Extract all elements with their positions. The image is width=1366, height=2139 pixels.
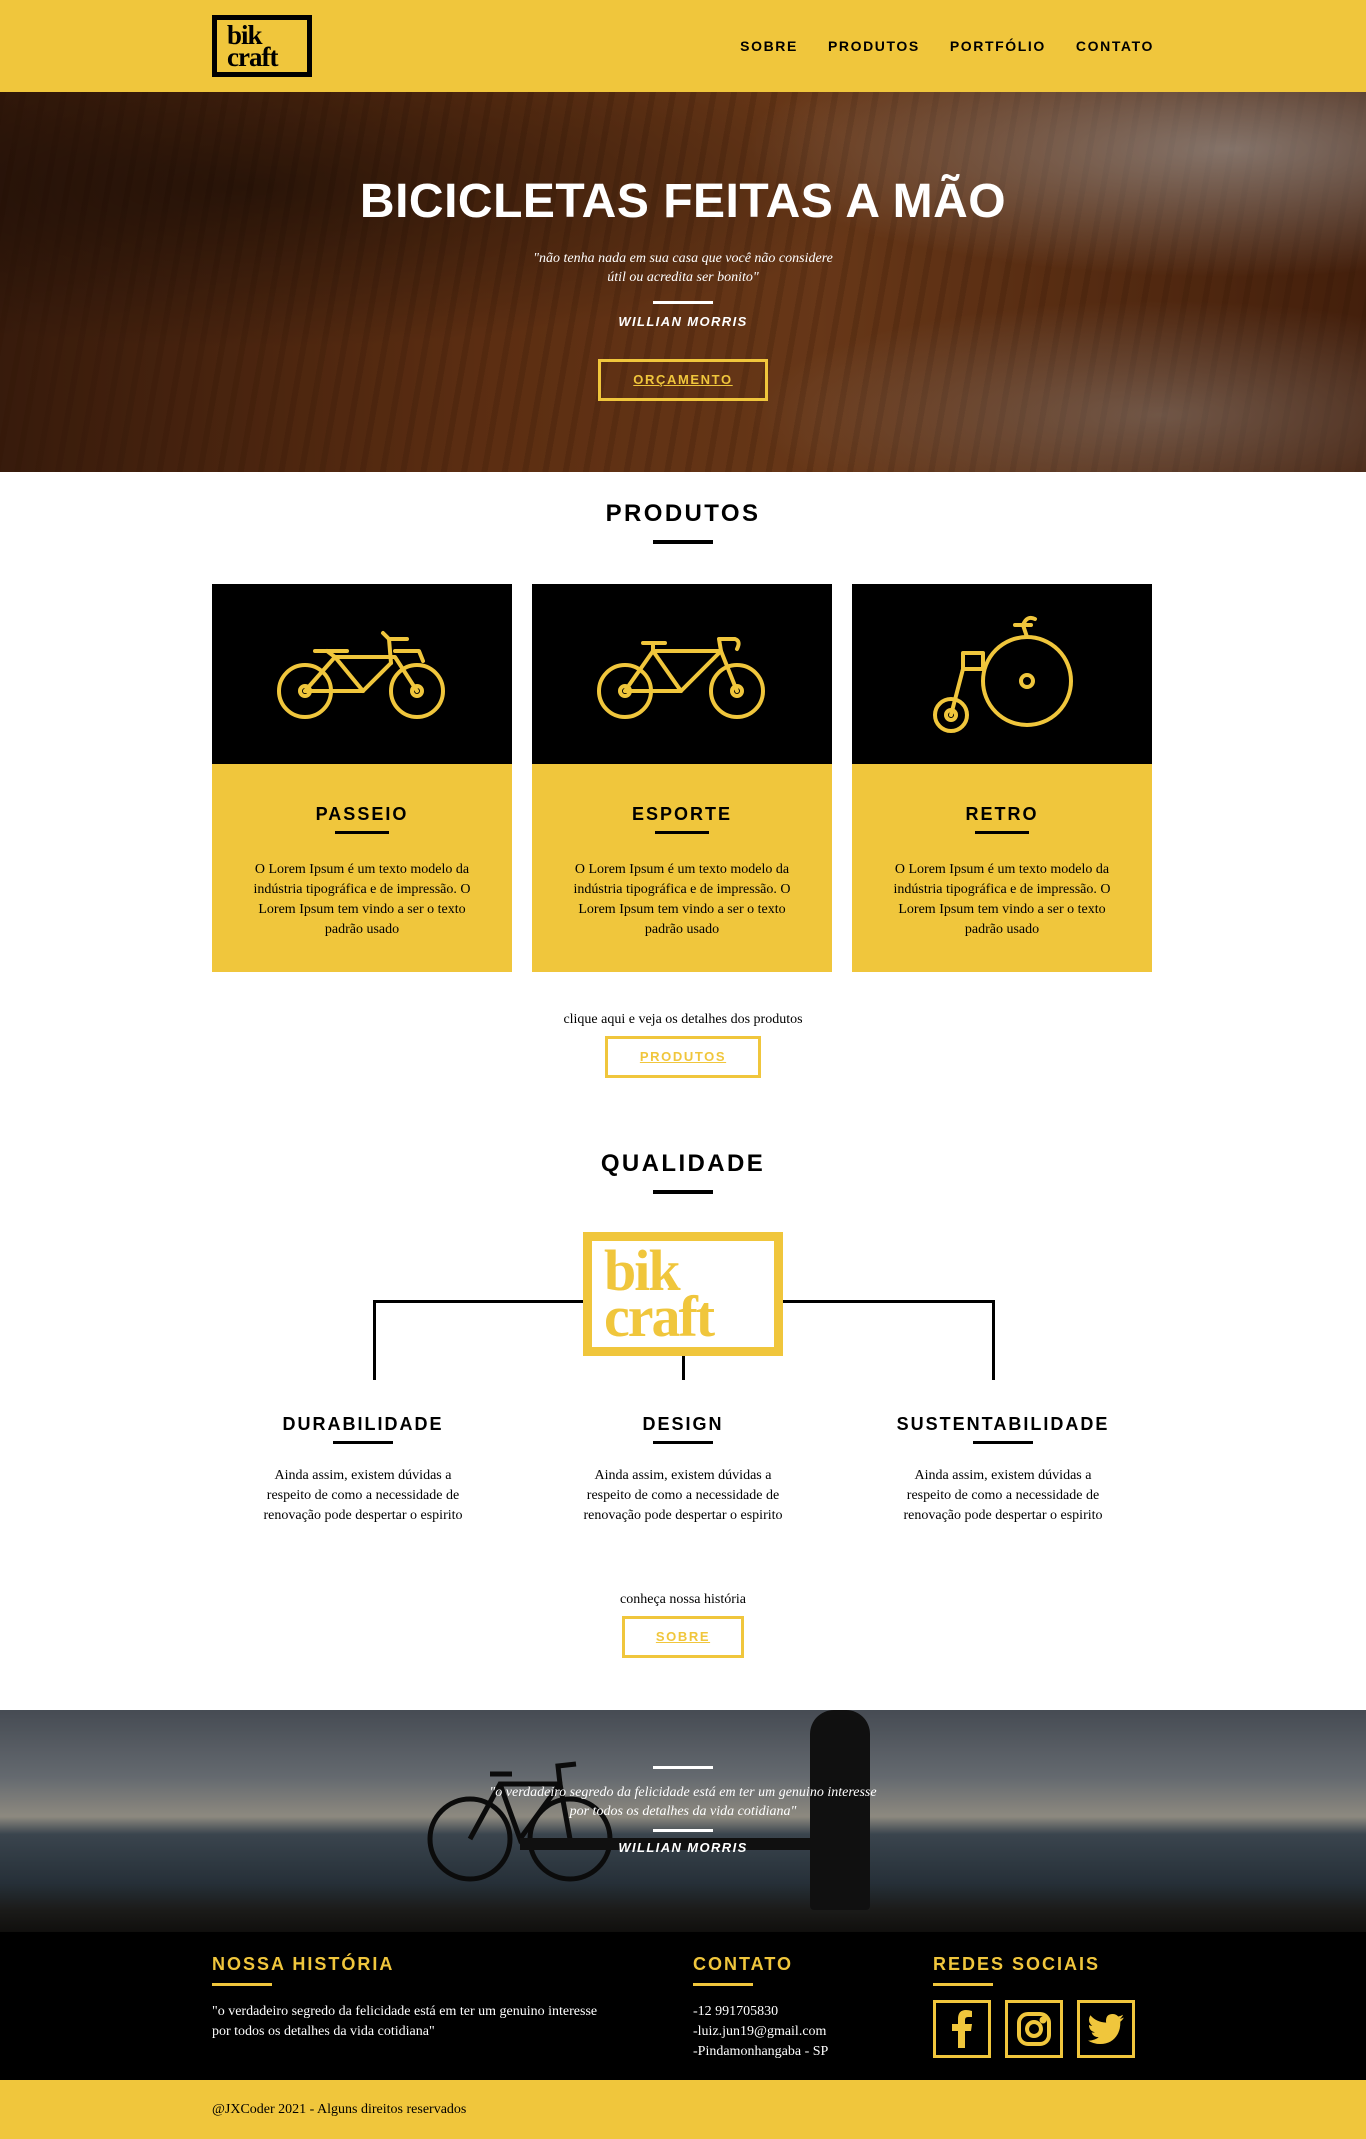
band-quote: "o verdadeiro segredo da felicidade está…: [489, 1785, 877, 1819]
card-text: O Lorem Ipsum é um texto modelo da indús…: [253, 862, 471, 937]
tree-line-left-horizontal: [373, 1300, 585, 1303]
card-title: ESPORTE: [631, 804, 733, 824]
penny-farthing-icon: [933, 615, 1073, 733]
hero-author: WILLIAN MORRIS: [618, 314, 748, 329]
quote-band: "o verdadeiro segredo da felicidade está…: [0, 1710, 1366, 1932]
hero-title: BICICLETAS FEITAS A MÃO: [359, 175, 1007, 228]
copyright-text: @JXCoder 2021 - Alguns direitos reservad…: [212, 2102, 467, 2117]
sobre-button[interactable]: SOBRE: [622, 1616, 744, 1658]
twitter-icon: [1088, 2014, 1124, 2044]
orcamento-button[interactable]: ORÇAMENTO: [598, 359, 768, 401]
qualidade-item-underline: [333, 1441, 393, 1444]
qualidade-title: QUALIDADE: [600, 1150, 766, 1177]
card-text: O Lorem Ipsum é um texto modelo da indús…: [573, 862, 791, 937]
card-title-underline: [655, 831, 709, 834]
qualidade-item-text: Ainda assim, existem dúvidas a respeito …: [263, 1468, 463, 1523]
card-body: ESPORTE O Lorem Ipsum é um texto modelo …: [532, 764, 832, 972]
instagram-icon: [1017, 2012, 1051, 2046]
qualidade-item-underline: [653, 1441, 713, 1444]
hero-content: BICICLETAS FEITAS A MÃO "não tenha nada …: [0, 174, 1366, 401]
produtos-title-underline: [653, 540, 713, 544]
brand-logo[interactable]: bik craft: [212, 15, 312, 77]
qualidade-header: QUALIDADE: [0, 1150, 1366, 1194]
footer-historia-underline: [212, 1983, 272, 1986]
footer-contato: CONTATO -12 991705830 -luiz.jun19@gmail.…: [693, 1954, 893, 2062]
footer-redes-title: REDES SOCIAIS: [933, 1954, 1101, 1974]
site-footer: NOSSA HISTÓRIA "o verdadeiro segredo da …: [0, 1932, 1366, 2080]
nav-link-sobre[interactable]: SOBRE: [740, 38, 798, 54]
card-body: PASSEIO O Lorem Ipsum é um texto modelo …: [212, 764, 512, 972]
sobre-cta: conheça nossa história SOBRE: [0, 1592, 1366, 1658]
card-text: O Lorem Ipsum é um texto modelo da indús…: [893, 862, 1111, 937]
nav-link-produtos[interactable]: PRODUTOS: [828, 38, 920, 54]
footer-historia-title: NOSSA HISTÓRIA: [212, 1954, 395, 1974]
product-card-retro[interactable]: RETRO O Lorem Ipsum é um texto modelo da…: [852, 584, 1152, 972]
band-divider-top: [653, 1766, 713, 1769]
qualidade-logo: bik craft: [583, 1232, 783, 1356]
card-image: [532, 584, 832, 764]
qualidade-item-title: DURABILIDADE: [282, 1414, 444, 1434]
produtos-button[interactable]: PRODUTOS: [605, 1036, 761, 1078]
footer-contato-list: -12 991705830 -luiz.jun19@gmail.com -Pin…: [693, 2002, 893, 2062]
contato-email[interactable]: -luiz.jun19@gmail.com: [693, 2022, 893, 2042]
qualidade-title-underline: [653, 1190, 713, 1194]
qualidade-item-title: DESIGN: [642, 1414, 724, 1434]
band-author: WILLIAN MORRIS: [618, 1840, 748, 1855]
tree-line-right-horizontal: [781, 1300, 995, 1303]
produtos-button-wrap: PRODUTOS: [212, 1036, 1154, 1078]
qualidade-item-design: DESIGN Ainda assim, existem dúvidas a re…: [563, 1414, 803, 1526]
hero-banner: BICICLETAS FEITAS A MÃO "não tenha nada …: [0, 92, 1366, 472]
qualidade-item-text: Ainda assim, existem dúvidas a respeito …: [903, 1468, 1103, 1523]
card-image: [852, 584, 1152, 764]
facebook-link[interactable]: [933, 2000, 991, 2058]
produtos-title: PRODUTOS: [605, 500, 761, 527]
card-title: PASSEIO: [315, 804, 409, 824]
nav-link-portfolio[interactable]: PORTFÓLIO: [950, 38, 1046, 54]
band-divider-bottom: [653, 1829, 713, 1832]
card-body: RETRO O Lorem Ipsum é um texto modelo da…: [852, 764, 1152, 972]
tree-line-left-vertical: [373, 1300, 376, 1380]
instagram-link[interactable]: [1005, 2000, 1063, 2058]
nav-link-contato[interactable]: CONTATO: [1076, 38, 1154, 54]
footer-redes-underline: [933, 1983, 993, 1986]
card-title: RETRO: [965, 804, 1039, 824]
product-cards: PASSEIO O Lorem Ipsum é um texto modelo …: [212, 584, 1154, 972]
footer-contato-title: CONTATO: [693, 1954, 793, 1974]
footer-contato-underline: [693, 1983, 753, 1986]
card-image: [212, 584, 512, 764]
qualidade-item-underline: [973, 1441, 1033, 1444]
card-title-underline: [975, 831, 1029, 834]
hero-divider: [653, 301, 713, 304]
product-card-passeio[interactable]: PASSEIO O Lorem Ipsum é um texto modelo …: [212, 584, 512, 972]
facebook-icon: [952, 2010, 972, 2048]
hero-quote: "não tenha nada em sua casa que você não…: [533, 251, 833, 285]
social-links: [933, 2000, 1163, 2058]
product-card-esporte[interactable]: ESPORTE O Lorem Ipsum é um texto modelo …: [532, 584, 832, 972]
qualidade-item-text: Ainda assim, existem dúvidas a respeito …: [583, 1468, 783, 1523]
tree-line-right-vertical: [992, 1300, 995, 1380]
twitter-link[interactable]: [1077, 2000, 1135, 2058]
qualidade-item-title: SUSTENTABILIDADE: [896, 1414, 1110, 1434]
city-bike-icon: [277, 631, 445, 719]
qualidade-item-durabilidade: DURABILIDADE Ainda assim, existem dúvida…: [243, 1414, 483, 1526]
main-nav: SOBRE PRODUTOS PORTFÓLIO CONTATO: [740, 38, 1154, 54]
footer-historia-text: "o verdadeiro segredo da felicidade está…: [212, 2004, 598, 2039]
produtos-section: PRODUTOS PASSEIO O Lorem Ipsum é um text…: [0, 472, 1366, 1078]
contato-location: -Pindamonhangaba - SP: [693, 2044, 829, 2059]
qualidade-item-sustentabilidade: SUSTENTABILIDADE Ainda assim, existem dú…: [883, 1414, 1123, 1526]
produtos-note: clique aqui e veja os detalhes dos produ…: [563, 1012, 803, 1027]
footer-historia: NOSSA HISTÓRIA "o verdadeiro segredo da …: [212, 1954, 612, 2042]
card-title-underline: [335, 831, 389, 834]
sport-bike-icon: [597, 637, 765, 719]
logo-line-2: craft: [227, 42, 278, 72]
footer-redes: REDES SOCIAIS: [933, 1954, 1163, 2058]
qualidade-logo-line-2: craft: [604, 1284, 715, 1349]
contato-phone: -12 991705830: [693, 2004, 779, 2019]
site-header: bik craft SOBRE PRODUTOS PORTFÓLIO CONTA…: [0, 0, 1366, 92]
sobre-note: conheça nossa história: [620, 1592, 746, 1607]
copyright-bar: @JXCoder 2021 - Alguns direitos reservad…: [0, 2080, 1366, 2139]
band-content: "o verdadeiro segredo da felicidade está…: [0, 1766, 1366, 1855]
